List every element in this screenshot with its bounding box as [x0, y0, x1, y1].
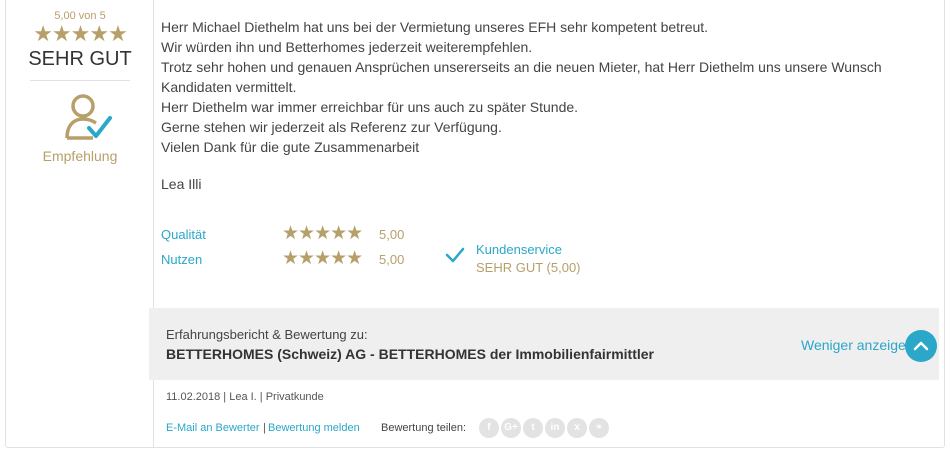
share-icons: f G+ t in x ⚭ — [479, 418, 609, 440]
star-rating: ★★★★★ — [33, 21, 128, 46]
company-name: BETTERHOMES (Schweiz) AG - BETTERHOMES d… — [166, 346, 654, 362]
collapse-button[interactable] — [905, 330, 937, 362]
xing-icon[interactable]: x — [567, 418, 587, 438]
link-separator: | — [263, 422, 266, 434]
review-author: Lea Illi — [161, 176, 202, 192]
review-line: Trotz sehr hohen und genauen Ansprüchen … — [161, 59, 882, 95]
rating-label: Nutzen — [161, 252, 203, 267]
rating-stars: ★★★★★ — [282, 248, 363, 269]
rating-label: Qualität — [161, 227, 206, 242]
service-value: SEHR GUT (5,00) — [476, 260, 581, 275]
review-line: Gerne stehen wir jederzeit als Referenz … — [161, 119, 502, 135]
share-label: Bewertung teilen: — [381, 422, 466, 434]
service-title: Kundenservice — [476, 242, 562, 257]
subject-prefix: Erfahrungsbericht & Bewertung zu: — [166, 327, 368, 342]
linkedin-icon[interactable]: in — [545, 418, 565, 438]
facebook-icon[interactable]: f — [479, 418, 499, 438]
summary-column: 5,00 von 5 ★★★★★ SEHR GUT Empfehlung — [6, 0, 154, 448]
recommendation-label: Empfehlung — [42, 148, 118, 164]
rating-value: 5,00 — [379, 227, 405, 242]
rating-value: 5,00 — [379, 252, 405, 267]
chevron-up-icon — [913, 341, 929, 351]
review-line: Wir würden ihn und Betterhomes jederzeit… — [161, 39, 533, 55]
link-icon[interactable]: ⚭ — [589, 418, 609, 438]
google-plus-icon[interactable]: G+ — [501, 418, 521, 438]
review-line: Herr Diethelm war immer erreichbar für u… — [161, 99, 579, 115]
review-line: Vielen Dank für die gute Zusammenarbeit — [161, 139, 420, 155]
grade-label: SEHR GUT — [28, 48, 132, 70]
checkmark-icon — [445, 247, 465, 263]
subject-band: Erfahrungsbericht & Bewertung zu: BETTER… — [149, 308, 939, 380]
review-text: Herr Michael Diethelm hat uns bei der Ve… — [161, 17, 921, 157]
twitter-icon[interactable]: t — [523, 418, 543, 438]
review-meta: 11.02.2018 | Lea I. | Privatkunde — [166, 391, 324, 403]
recommendation-icon — [65, 94, 112, 140]
show-less-link[interactable]: Weniger anzeigen — [801, 337, 914, 353]
rating-stars: ★★★★★ — [282, 223, 363, 244]
review-line: Herr Michael Diethelm hat uns bei der Ve… — [161, 19, 709, 35]
divider — [30, 80, 130, 81]
report-review-link[interactable]: Bewertung melden — [268, 422, 360, 434]
email-reviewer-link[interactable]: E-Mail an Bewerter — [166, 422, 260, 434]
